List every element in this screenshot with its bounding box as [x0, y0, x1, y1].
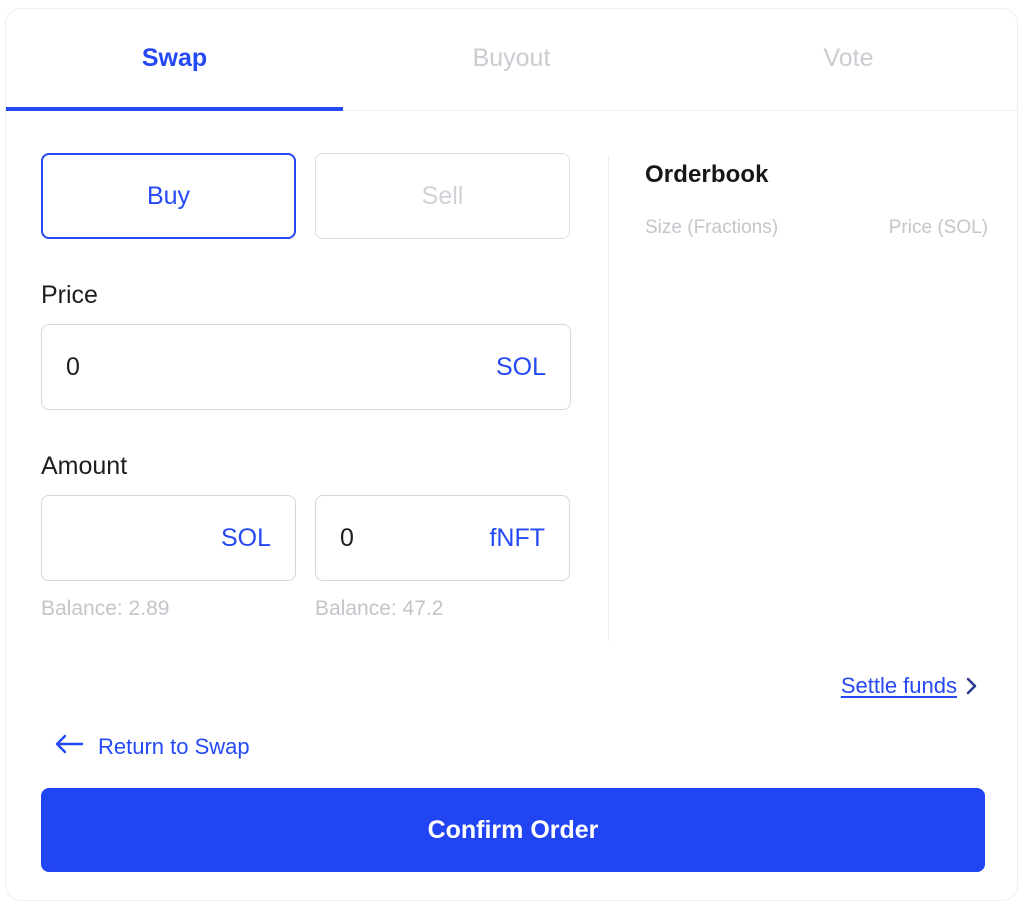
orderbook-column-size: Size (Fractions) [645, 217, 779, 238]
balance-fnft: Balance: 47.2 [315, 597, 444, 620]
settle-funds-link[interactable]: Settle funds [841, 673, 979, 699]
orderbook-column-price: Price (SOL) [888, 217, 988, 238]
balance-sol: Balance: 2.89 [41, 597, 170, 620]
side-toggle-group: Buy Sell [41, 153, 571, 239]
amount-label: Amount [41, 452, 128, 480]
orderbook-panel: Orderbook Size (Fractions) Price (SOL) [645, 161, 988, 239]
settle-funds-label: Settle funds [840, 673, 957, 698]
buy-button-label: Buy [146, 181, 191, 210]
arrow-left-icon [54, 733, 84, 760]
panel-divider [608, 156, 609, 641]
amount-sol-input[interactable]: SOL [41, 495, 296, 581]
tab-bar: Swap Buyout Vote [6, 9, 1017, 111]
orderbook-column-headers: Size (Fractions) Price (SOL) [645, 217, 988, 239]
return-to-swap-label: Return to Swap [98, 733, 250, 759]
return-to-swap-link[interactable]: Return to Swap [54, 733, 250, 760]
swap-card: Swap Buyout Vote Buy Sell Price 0 SOL Am… [5, 8, 1018, 901]
confirm-order-button[interactable]: Confirm Order [41, 788, 985, 872]
sell-button[interactable]: Sell [315, 153, 570, 239]
balance-row: Balance: 2.89 Balance: 47.2 [41, 597, 571, 621]
tab-active-indicator [6, 107, 343, 111]
confirm-order-label: Confirm Order [427, 815, 599, 844]
order-form: Buy Sell Price 0 SOL Amount SOL 0 fNFT B… [41, 153, 571, 621]
price-unit-sol: SOL [495, 352, 546, 381]
amount-fnft-value: 0 [340, 523, 354, 552]
price-input-value: 0 [66, 352, 80, 381]
amount-unit-fnft: fNFT [489, 523, 545, 552]
chevron-right-icon [965, 676, 979, 696]
tab-buyout[interactable]: Buyout [343, 9, 680, 111]
tab-swap-label: Swap [141, 43, 208, 72]
tab-buyout-label: Buyout [472, 43, 551, 72]
tab-vote[interactable]: Vote [680, 9, 1017, 111]
sell-button-label: Sell [421, 181, 464, 210]
amount-input-group: SOL 0 fNFT [41, 495, 571, 581]
buy-button[interactable]: Buy [41, 153, 296, 239]
price-input[interactable]: 0 SOL [41, 324, 571, 410]
amount-fnft-input[interactable]: 0 fNFT [315, 495, 570, 581]
price-label: Price [41, 281, 98, 309]
orderbook-title: Orderbook [645, 161, 769, 188]
tab-vote-label: Vote [823, 43, 874, 72]
tab-swap[interactable]: Swap [6, 9, 343, 111]
amount-unit-sol: SOL [220, 523, 271, 552]
